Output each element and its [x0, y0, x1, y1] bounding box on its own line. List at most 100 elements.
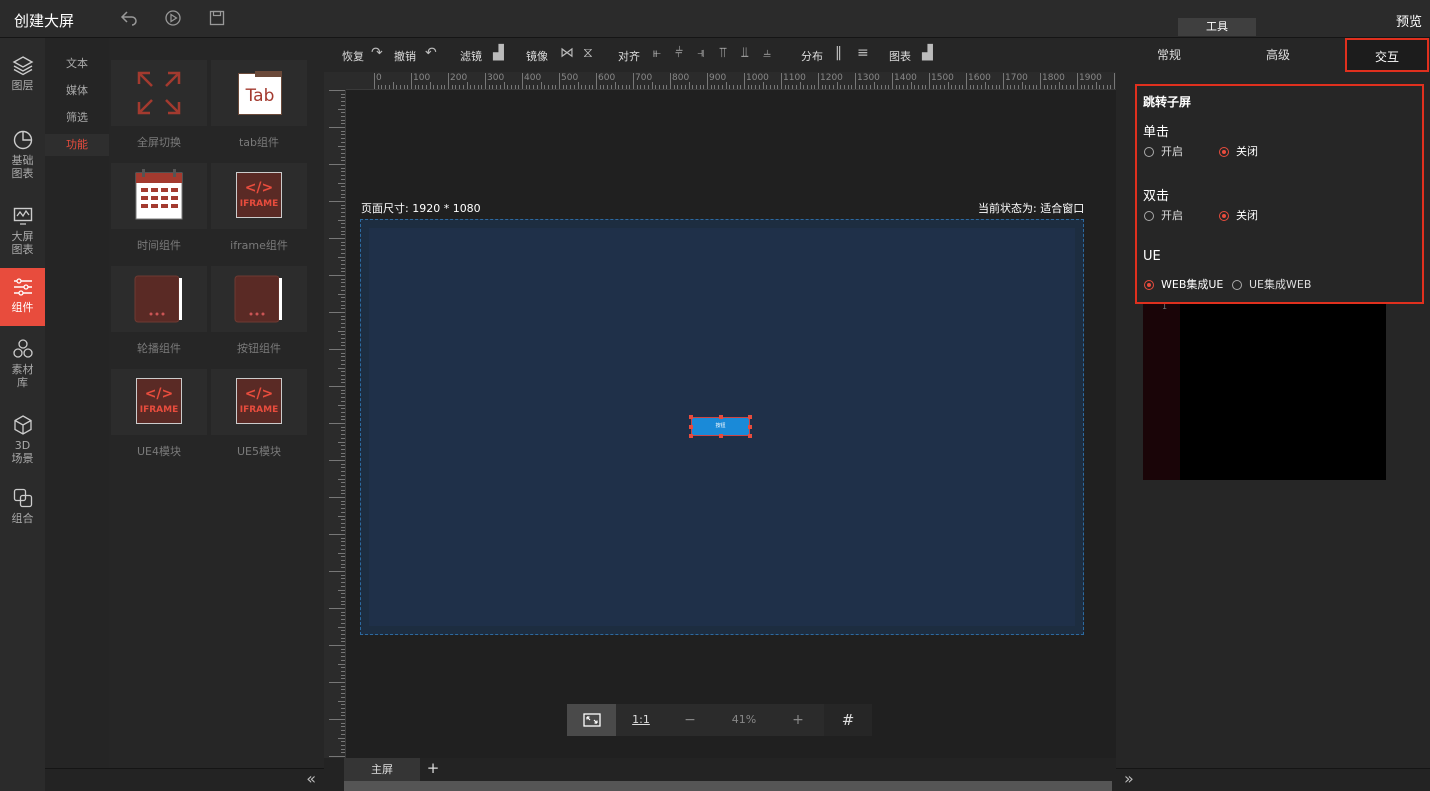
component-ue4[interactable]: </> IFRAME UE4模块 — [111, 347, 207, 458]
nav-group[interactable]: 组合 — [0, 487, 45, 525]
ruler-tick — [341, 678, 345, 680]
zoom-out-button[interactable]: − — [667, 704, 713, 736]
ruler-tick — [869, 85, 871, 89]
ruler-tick — [551, 85, 553, 89]
ruler-tick — [329, 349, 345, 350]
ue-embed-web-radio[interactable]: UE集成WEB — [1232, 278, 1311, 292]
single-click-off-radio[interactable]: 关闭 — [1219, 145, 1258, 159]
double-click-on-radio[interactable]: 开启 — [1144, 209, 1183, 223]
ruler-tick — [329, 756, 345, 757]
distribute-button[interactable]: 分布 — [801, 48, 823, 64]
play-icon[interactable] — [162, 8, 184, 30]
component-button[interactable]: 按钮组件 — [211, 244, 307, 355]
radio-dot — [1219, 147, 1229, 157]
save-icon[interactable] — [206, 8, 228, 30]
nav-layers[interactable]: 图层 — [0, 54, 45, 92]
fit-window-button[interactable] — [567, 704, 616, 736]
collapse-right-icon[interactable]: » — [1124, 769, 1134, 788]
ruler-tick — [1102, 85, 1104, 89]
nav-basic-charts[interactable]: 基础图表 — [0, 129, 45, 180]
component-iframe[interactable]: </> IFRAME iframe组件 — [211, 141, 307, 252]
ruler-tick — [1069, 85, 1071, 89]
resize-handle[interactable] — [689, 434, 693, 438]
ruler-tick — [858, 85, 860, 89]
align-button[interactable]: 对齐 — [618, 48, 640, 64]
resize-handle[interactable] — [689, 415, 693, 419]
resize-handle[interactable] — [748, 425, 752, 429]
actual-size-button[interactable]: 1:1 — [623, 704, 659, 736]
add-screen-button[interactable]: + — [422, 758, 444, 781]
resize-handle[interactable] — [719, 434, 723, 438]
undo-button[interactable]: 撤销 — [394, 48, 416, 64]
redo-button[interactable]: 恢复 — [342, 48, 364, 64]
align-bottom-icon[interactable]: ⫨ — [763, 45, 771, 61]
web-embed-ue-radio[interactable]: WEB集成UE — [1144, 278, 1223, 292]
ruler-tick — [411, 73, 412, 89]
resize-handle[interactable] — [689, 425, 693, 429]
category-filter[interactable]: 筛选 — [45, 107, 109, 129]
back-icon[interactable] — [118, 8, 140, 30]
align-center-icon[interactable]: ⫩ — [675, 45, 683, 61]
nav-components[interactable]: 组件 — [0, 268, 45, 326]
align-top-icon[interactable]: ⫫ — [741, 45, 749, 61]
filter-button[interactable]: 滤镜 — [460, 48, 482, 64]
flip-horizontal-icon[interactable]: ⋈ — [560, 45, 574, 61]
ruler-tick — [969, 85, 971, 89]
grid-icon[interactable]: # — [824, 704, 872, 736]
ruler-tick — [341, 408, 345, 410]
ruler-tick — [940, 85, 942, 89]
redo-icon[interactable]: ↷ — [371, 45, 383, 61]
align-left-icon[interactable]: ⫦ — [653, 45, 661, 61]
ruler-tick — [341, 711, 345, 713]
bar-chart-icon[interactable]: ▟ — [493, 45, 504, 61]
ruler-tick — [1036, 85, 1038, 89]
interaction-settings: 跳转子屏 单击 开启 关闭 双击 开启 关闭 UE WEB集成UE UE集成WE… — [1135, 84, 1424, 304]
distribute-horizontal-icon[interactable]: ‖ — [835, 45, 842, 61]
iframe-code-text: </> — [244, 386, 274, 402]
component-ue5[interactable]: </> IFRAME UE5模块 — [211, 347, 307, 458]
nav-material[interactable]: 素材库 — [0, 338, 45, 389]
ruler-tick — [338, 626, 345, 628]
ruler-tick — [329, 460, 345, 461]
page-size-label: 页面尺寸: 1920 * 1080 — [361, 202, 481, 215]
ruler-tick — [544, 85, 546, 89]
component-time[interactable]: 时间组件 — [111, 141, 207, 252]
code-editor[interactable]: 1 — [1143, 300, 1386, 480]
ruler-label: 1500 — [931, 73, 954, 83]
collapse-left-icon[interactable]: « — [306, 769, 316, 788]
preview-button[interactable]: 预览 — [1396, 11, 1422, 30]
ruler-tick — [795, 85, 797, 89]
tab-main-screen[interactable]: 主屏 — [344, 758, 420, 781]
tools-tab[interactable]: 工具 — [1178, 18, 1256, 36]
align-middle-icon[interactable]: ⫪ — [719, 45, 727, 61]
chart-icon[interactable]: ▟ — [922, 45, 933, 61]
flip-vertical-icon[interactable]: ⧖ — [583, 45, 593, 61]
resize-handle[interactable] — [748, 434, 752, 438]
resize-handle[interactable] — [748, 415, 752, 419]
zoom-in-button[interactable]: + — [773, 704, 823, 736]
chart-button[interactable]: 图表 — [889, 48, 911, 64]
resize-handle[interactable] — [719, 415, 723, 419]
ruler-tick — [341, 482, 345, 484]
tab-advanced[interactable]: 高级 — [1222, 38, 1334, 72]
mirror-button[interactable]: 镜像 — [526, 48, 548, 64]
nav-screen-charts[interactable]: 大屏图表 — [0, 205, 45, 256]
component-tab[interactable]: Tab tab组件 — [211, 38, 307, 149]
double-click-off-radio[interactable]: 关闭 — [1219, 209, 1258, 223]
undo-icon[interactable]: ↶ — [425, 45, 437, 61]
category-function[interactable]: 功能 — [45, 134, 109, 156]
component-carousel[interactable]: 轮播组件 — [111, 244, 207, 355]
category-text[interactable]: 文本 — [45, 53, 109, 75]
ruler-tick — [341, 212, 345, 214]
tab-general[interactable]: 常规 — [1116, 38, 1222, 72]
component-fullscreen[interactable]: 全屏切换 — [111, 38, 207, 149]
align-right-icon[interactable]: ⫣ — [697, 45, 705, 61]
ruler-tick — [688, 82, 690, 89]
nav-3d-scene[interactable]: 3D场景 — [0, 414, 45, 465]
category-media[interactable]: 媒体 — [45, 80, 109, 102]
ruler-label: 1300 — [857, 73, 880, 83]
distribute-vertical-icon[interactable]: ≡ — [857, 45, 869, 61]
horizontal-scrollbar[interactable] — [344, 781, 1112, 791]
tab-interaction[interactable]: 交互 — [1345, 38, 1429, 72]
single-click-on-radio[interactable]: 开启 — [1144, 145, 1183, 159]
